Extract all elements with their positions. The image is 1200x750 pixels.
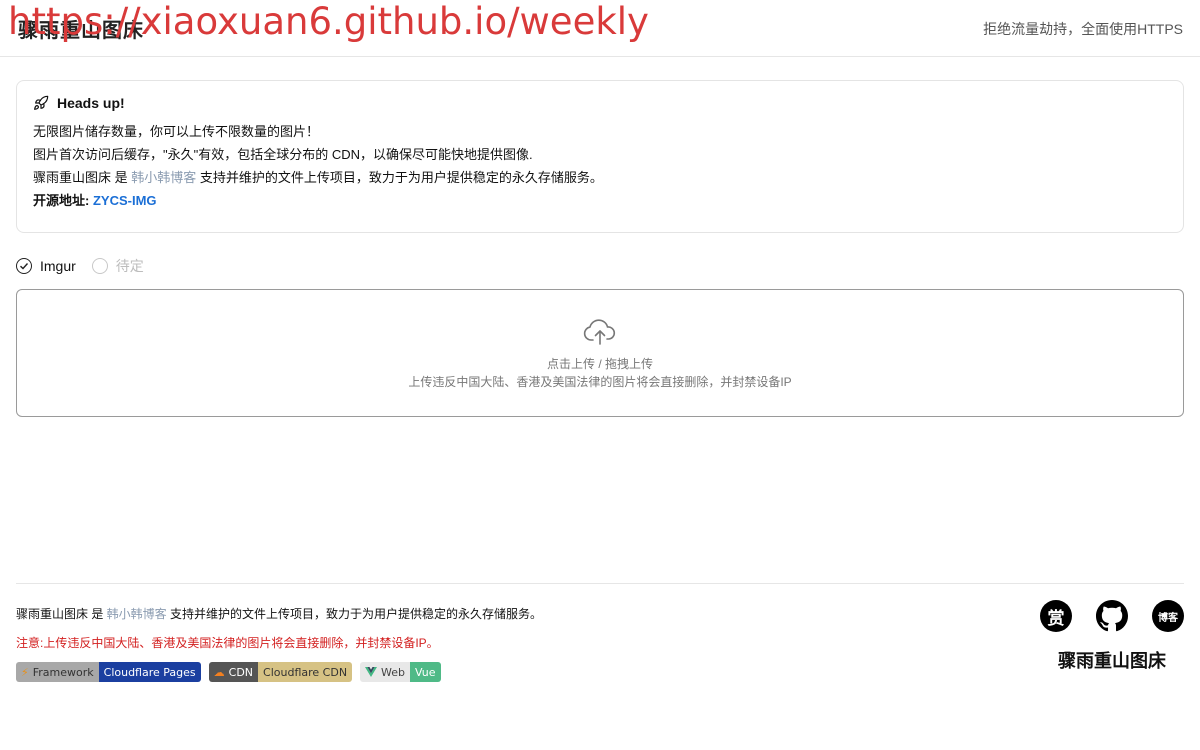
badge-framework-right: Cloudflare Pages	[98, 662, 201, 682]
upload-warning: 上传违反中国大陆、香港及美国法律的图片将会直接删除，并封禁设备IP	[408, 375, 792, 389]
info-alert: Heads up! 无限图片储存数量，你可以上传不限数量的图片！ 图片首次访问后…	[16, 80, 1184, 233]
alert-body: 无限图片储存数量，你可以上传不限数量的图片！ 图片首次访问后缓存，"永久"有效，…	[33, 120, 1167, 212]
alert-line-4: 开源地址: ZYCS-IMG	[33, 189, 1167, 212]
alert-line-3-prefix: 骤雨重山图床 是	[33, 170, 132, 185]
https-notice: 拒绝流量劫持，全面使用HTTPS	[983, 21, 1183, 37]
footer-divider	[16, 583, 1184, 584]
alert-header: Heads up!	[33, 95, 1167, 111]
alert-title: Heads up!	[57, 95, 125, 111]
badge-row: ⚡ Framework Cloudflare Pages ☁ CDN Cloudfl…	[16, 662, 441, 682]
social-icons: 赏 博客	[1040, 600, 1184, 637]
footer-blog-link[interactable]: 韩小韩博客	[107, 607, 167, 621]
blog-link[interactable]: 韩小韩博客	[131, 170, 196, 185]
badge-cdn-left: CDN	[228, 665, 254, 679]
badge-framework-left: Framework	[32, 665, 94, 679]
empty-circle-icon	[91, 258, 108, 274]
footer-desc-prefix: 骤雨重山图床 是	[16, 607, 107, 621]
rocket-icon	[34, 95, 49, 110]
upload-instruction: 点击上传 / 拖拽上传	[546, 357, 653, 371]
badge-web[interactable]: Web Vue	[360, 662, 441, 682]
social-block: 赏 博客 骤雨重山图床	[1040, 600, 1184, 673]
source-label: 开源地址:	[33, 193, 90, 208]
badge-web-left: Web	[381, 665, 406, 679]
footer-brand: 骤雨重山图床	[1058, 651, 1166, 671]
github-icon[interactable]	[1096, 600, 1128, 637]
option-pending-label: 待定	[115, 258, 144, 274]
watermark-url: https://xiaoxuan6.github.io/weekly	[8, 0, 649, 43]
alert-line-1: 无限图片储存数量，你可以上传不限数量的图片！	[33, 124, 320, 139]
footer-description: 骤雨重山图床 是 韩小韩博客 支持并维护的文件上传项目，致力于为用户提供稳定的永…	[16, 605, 542, 622]
cloud-upload-icon	[17, 318, 1183, 351]
alert-line-3-suffix: 支持并维护的文件上传项目，致力于为用户提供稳定的永久存储服务。	[196, 170, 603, 185]
top-bar: 骤雨重山图床 https://xiaoxuan6.github.io/weekl…	[0, 0, 1200, 57]
option-imgur-label: Imgur	[40, 258, 76, 274]
badge-cdn-right: Cloudflare CDN	[258, 662, 353, 682]
blog-icon[interactable]: 博客	[1152, 600, 1184, 632]
badge-web-right: Vue	[410, 662, 441, 682]
cloudflare-icon: ☁	[213, 665, 225, 679]
footer-warning: 注意:上传违反中国大陆、香港及美国法律的图片将会直接删除，并封禁设备IP。	[16, 636, 439, 650]
alert-line-3: 骤雨重山图床 是 韩小韩博客 支持并维护的文件上传项目，致力于为用户提供稳定的永…	[33, 166, 1167, 189]
footer-desc-suffix: 支持并维护的文件上传项目，致力于为用户提供稳定的永久存储服务。	[166, 607, 543, 621]
reward-icon[interactable]: 赏	[1040, 600, 1072, 632]
upload-dropzone[interactable]: 点击上传 / 拖拽上传 上传违反中国大陆、香港及美国法律的图片将会直接删除，并封…	[16, 289, 1184, 417]
badge-cdn[interactable]: ☁ CDN Cloudflare CDN	[208, 662, 353, 682]
alert-line-2: 图片首次访问后缓存，"永久"有效，包括全球分布的 CDN，以确保尽可能快地提供图…	[33, 147, 533, 162]
host-options: Imgur 待定	[16, 256, 144, 276]
option-pending[interactable]: 待定	[91, 256, 144, 276]
vue-icon	[365, 667, 378, 677]
source-link[interactable]: ZYCS-IMG	[93, 193, 157, 208]
option-imgur[interactable]: Imgur	[16, 258, 76, 274]
lightning-icon: ⚡	[21, 665, 29, 679]
check-circle-icon	[16, 258, 32, 274]
badge-framework[interactable]: ⚡ Framework Cloudflare Pages	[16, 662, 201, 682]
